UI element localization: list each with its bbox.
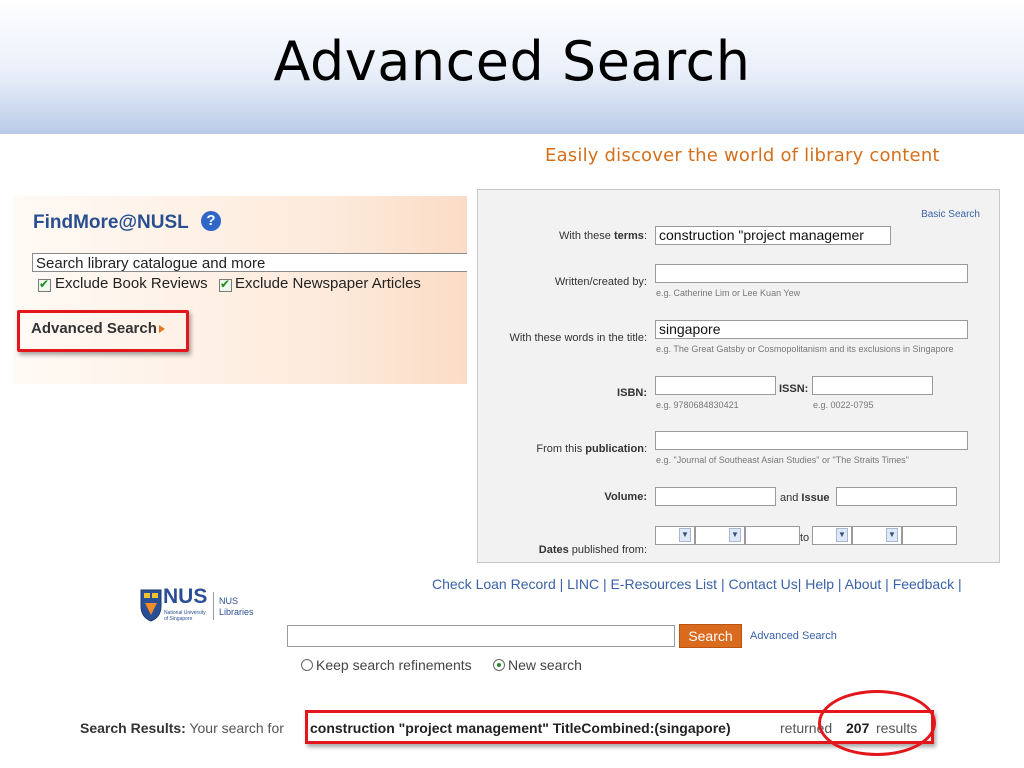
tagline: Easily discover the world of library con… — [545, 145, 940, 166]
top-links[interactable]: Check Loan Record | LINC | E-Resources L… — [432, 576, 962, 592]
dates-label: Dates published from: — [538, 544, 647, 556]
nus-logo-subtitle: National University of Singapore — [164, 610, 206, 622]
results-intro: Search Results: Your search for — [80, 720, 284, 736]
issue-label: and Issue — [780, 492, 830, 504]
arrow-right-icon — [159, 325, 165, 333]
chevron-down-icon: ▼ — [679, 528, 691, 542]
keep-refinements-label: Keep search refinements — [316, 657, 472, 673]
chevron-down-icon: ▼ — [886, 528, 898, 542]
isbn-label: ISBN: — [617, 387, 647, 399]
author-hint: e.g. Catherine Lim or Lee Kuan Yew — [656, 288, 801, 298]
title-words-input[interactable]: singapore — [655, 320, 968, 339]
issn-hint: e.g. 0022-0795 — [813, 400, 874, 410]
publication-hint: e.g. "Journal of Southeast Asian Studies… — [656, 455, 909, 465]
keep-refinements-radio[interactable] — [301, 659, 313, 671]
from-month-select[interactable]: ▼ — [695, 526, 745, 545]
exclude-book-reviews-label: Exclude Book Reviews — [55, 275, 208, 292]
exclude-book-reviews-checkbox[interactable] — [38, 277, 51, 292]
nus-logo-text: NUS — [163, 585, 208, 608]
nus-search-input[interactable] — [287, 625, 675, 647]
from-year-input[interactable] — [745, 526, 800, 545]
terms-label: With these terms: — [558, 230, 647, 242]
exclude-newspaper-articles-checkbox[interactable] — [219, 277, 232, 292]
author-label: Written/created by: — [554, 276, 647, 288]
chevron-down-icon: ▼ — [729, 528, 741, 542]
volume-input[interactable] — [655, 487, 776, 506]
highlight-ellipse-count — [818, 690, 936, 756]
help-icon[interactable]: ? — [201, 211, 221, 231]
to-day-select[interactable]: ▼ — [812, 526, 852, 545]
findmore-panel: FindMore@NUSL ? Search library catalogue… — [13, 196, 467, 384]
author-input[interactable] — [655, 264, 968, 283]
search-button[interactable]: Search — [679, 624, 742, 648]
nus-libraries-line2: Libraries — [219, 607, 254, 617]
isbn-hint: e.g. 9780684830421 — [656, 400, 739, 410]
nus-logo: NUS National University of Singapore NUS… — [140, 585, 270, 622]
slide-title: Advanced Search — [273, 30, 751, 93]
isbn-input[interactable] — [655, 376, 776, 395]
issue-input[interactable] — [836, 487, 957, 506]
from-day-select[interactable]: ▼ — [655, 526, 695, 545]
findmore-title: FindMore@NUSL — [33, 212, 189, 233]
to-month-select[interactable]: ▼ — [852, 526, 902, 545]
exclude-newspaper-articles-label: Exclude Newspaper Articles — [235, 275, 421, 292]
new-search-label: New search — [508, 657, 582, 673]
nus-advanced-search-link[interactable]: Advanced Search — [750, 630, 837, 642]
advanced-search-form: Basic Search With these terms: construct… — [477, 189, 1000, 563]
chevron-down-icon: ▼ — [836, 528, 848, 542]
basic-search-link[interactable]: Basic Search — [921, 209, 980, 220]
terms-input[interactable]: construction "project managemer — [655, 226, 891, 245]
findmore-search-input[interactable]: Search library catalogue and more — [32, 253, 467, 272]
new-search-radio[interactable] — [493, 659, 505, 671]
to-year-input[interactable] — [902, 526, 957, 545]
publication-label: From this publication: — [536, 443, 647, 455]
title-words-hint: e.g. The Great Gatsby or Cosmopolitanism… — [656, 344, 954, 354]
issn-label: ISSN: — [779, 383, 809, 395]
issn-input[interactable] — [812, 376, 933, 395]
volume-label: Volume: — [604, 491, 647, 503]
to-label: to — [800, 532, 810, 544]
advanced-search-link[interactable]: Advanced Search — [31, 320, 157, 337]
title-words-label: With these words in the title: — [509, 332, 647, 344]
publication-input[interactable] — [655, 431, 968, 450]
nus-libraries-line1: NUS — [219, 596, 239, 606]
